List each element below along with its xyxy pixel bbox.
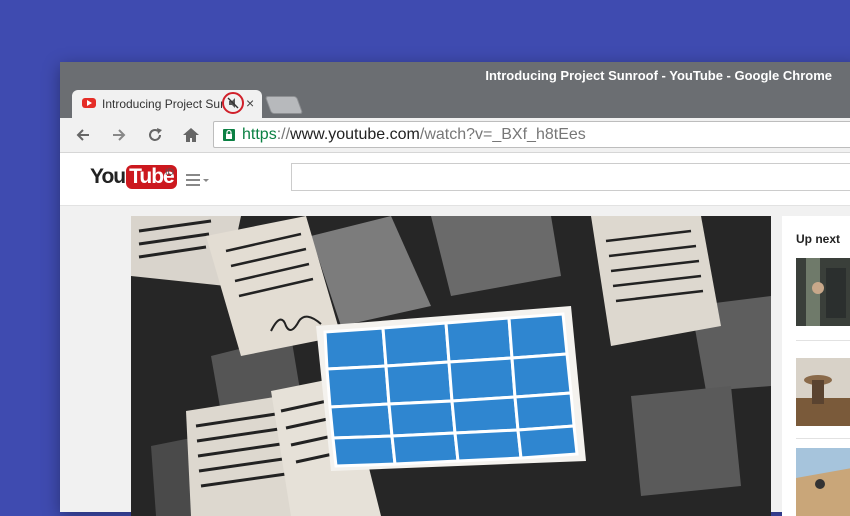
url-path: /watch?v=_BXf_h8tEes <box>419 126 586 143</box>
youtube-header: You Tube ID <box>60 153 850 206</box>
browser-toolbar: https://www.youtube.com/watch?v=_BXf_h8t… <box>60 118 850 153</box>
tab-active[interactable]: Introducing Project Sunroof - YouTube × <box>72 90 262 118</box>
divider <box>796 438 850 439</box>
watch-page: Up next <box>60 206 850 516</box>
new-tab-button[interactable] <box>264 96 304 114</box>
tab-close-button[interactable]: × <box>246 95 254 111</box>
forward-arrow-icon[interactable] <box>108 124 130 146</box>
back-arrow-icon[interactable] <box>72 124 94 146</box>
up-next-thumbnail[interactable] <box>796 358 850 426</box>
title-bar: Introducing Project Sunroof - YouTube - … <box>60 62 850 118</box>
logo-you: You <box>90 165 126 188</box>
url-host: www.youtube.com <box>290 126 420 143</box>
tab-title: Introducing Project Sunroof - YouTube <box>102 97 224 111</box>
up-next-sidebar: Up next <box>782 216 850 516</box>
country-code: ID <box>165 167 174 177</box>
divider <box>796 340 850 341</box>
document-sheet <box>591 216 721 346</box>
up-next-heading: Up next <box>796 232 841 246</box>
window-title: Introducing Project Sunroof - YouTube - … <box>485 68 832 83</box>
url-scheme: https <box>242 126 277 143</box>
reload-icon[interactable] <box>144 124 166 146</box>
home-icon[interactable] <box>180 124 202 146</box>
address-bar[interactable]: https://www.youtube.com/watch?v=_BXf_h8t… <box>213 121 850 148</box>
youtube-logo[interactable]: You Tube <box>90 165 177 193</box>
video-player[interactable] <box>131 216 771 516</box>
muted-speaker-icon <box>227 97 239 109</box>
up-next-thumbnail[interactable] <box>796 258 850 326</box>
hamburger-menu-icon[interactable] <box>186 173 212 187</box>
browser-window: Introducing Project Sunroof - YouTube - … <box>60 62 850 516</box>
search-input[interactable] <box>291 163 850 191</box>
video-frame-illustration <box>131 216 771 516</box>
tab-mute-button[interactable] <box>222 92 244 114</box>
url-text: https://www.youtube.com/watch?v=_BXf_h8t… <box>242 126 586 144</box>
lock-icon <box>223 129 235 141</box>
solar-panel-illustration <box>316 306 586 471</box>
youtube-favicon-icon <box>82 98 96 108</box>
url-separator: :// <box>276 126 291 143</box>
up-next-thumbnail[interactable] <box>796 448 850 516</box>
